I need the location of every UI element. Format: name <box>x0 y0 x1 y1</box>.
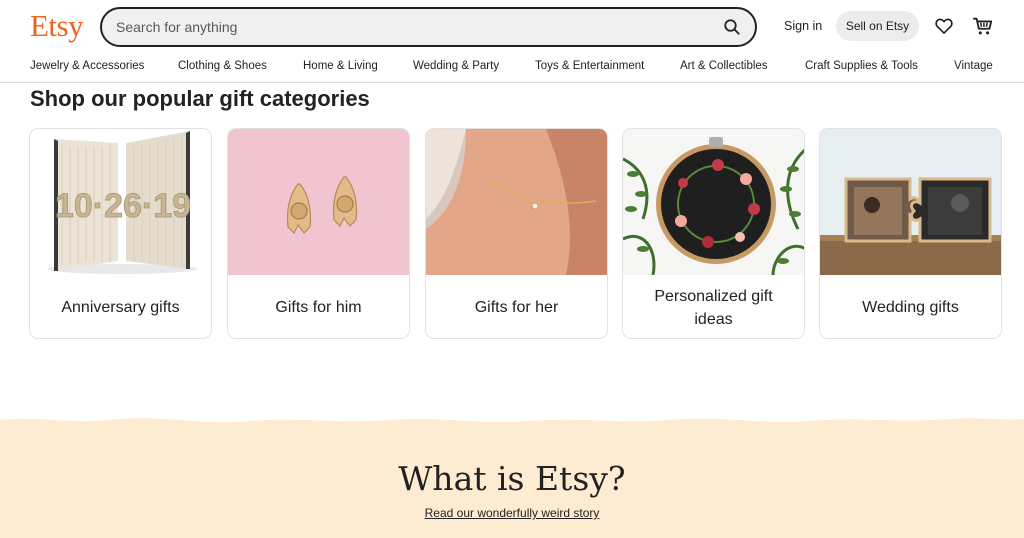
gift-card-for-her[interactable]: Gifts for her <box>425 128 608 339</box>
gift-categories-heading: Shop our popular gift categories <box>30 86 370 111</box>
ankle-bracelet-image <box>426 129 607 275</box>
folded-book-image: 10·26·19 <box>30 129 211 275</box>
nav-art-collectibles[interactable]: Art & Collectibles <box>680 60 768 72</box>
etsy-logo[interactable]: Etsy <box>30 8 84 44</box>
search-input[interactable] <box>102 9 709 45</box>
nav-toys-entertainment[interactable]: Toys & Entertainment <box>535 60 644 72</box>
heart-icon <box>935 18 953 34</box>
read-story-link[interactable]: Read our wonderfully weird story <box>0 506 1024 520</box>
embroidery-hoop-image <box>623 129 804 275</box>
category-nav: Jewelry & Accessories Clothing & Shoes H… <box>0 56 1024 83</box>
nav-home-living[interactable]: Home & Living <box>303 60 378 72</box>
search-button[interactable] <box>709 9 755 45</box>
search-bar <box>100 7 757 47</box>
gift-card-for-him[interactable]: Gifts for him <box>227 128 410 339</box>
card-label: Gifts for her <box>474 299 559 316</box>
photo-puzzle-image <box>820 129 1001 275</box>
rocket-cufflinks-image <box>228 129 409 275</box>
sign-in-link[interactable]: Sign in <box>784 19 822 33</box>
cart-button[interactable] <box>971 14 995 38</box>
card-label: Anniversary gifts <box>61 299 180 316</box>
gift-card-anniversary[interactable]: 10·26·19 Anniversary gifts <box>29 128 212 339</box>
nav-jewelry-accessories[interactable]: Jewelry & Accessories <box>30 60 144 72</box>
nav-wedding-party[interactable]: Wedding & Party <box>413 60 499 72</box>
favorites-button[interactable] <box>932 14 956 38</box>
nav-craft-supplies-tools[interactable]: Craft Supplies & Tools <box>805 60 918 72</box>
card-label: Personalized gift ideas <box>654 287 773 328</box>
cart-icon <box>972 17 993 35</box>
nav-vintage[interactable]: Vintage <box>954 60 993 72</box>
gift-card-personalized[interactable]: Personalized gift ideas <box>622 128 805 339</box>
gift-card-wedding[interactable]: Wedding gifts <box>819 128 1002 339</box>
nav-clothing-shoes[interactable]: Clothing & Shoes <box>178 60 267 72</box>
what-is-etsy-heading: What is Etsy? <box>398 459 626 498</box>
card-label: Wedding gifts <box>862 299 959 316</box>
card-label: Gifts for him <box>275 299 362 316</box>
search-icon <box>724 19 740 35</box>
site-header: Etsy Sign in Sell on Etsy <box>0 0 1024 56</box>
sell-on-etsy-button[interactable]: Sell on Etsy <box>836 11 919 41</box>
svg-text:10·26·19: 10·26·19 <box>55 187 191 225</box>
